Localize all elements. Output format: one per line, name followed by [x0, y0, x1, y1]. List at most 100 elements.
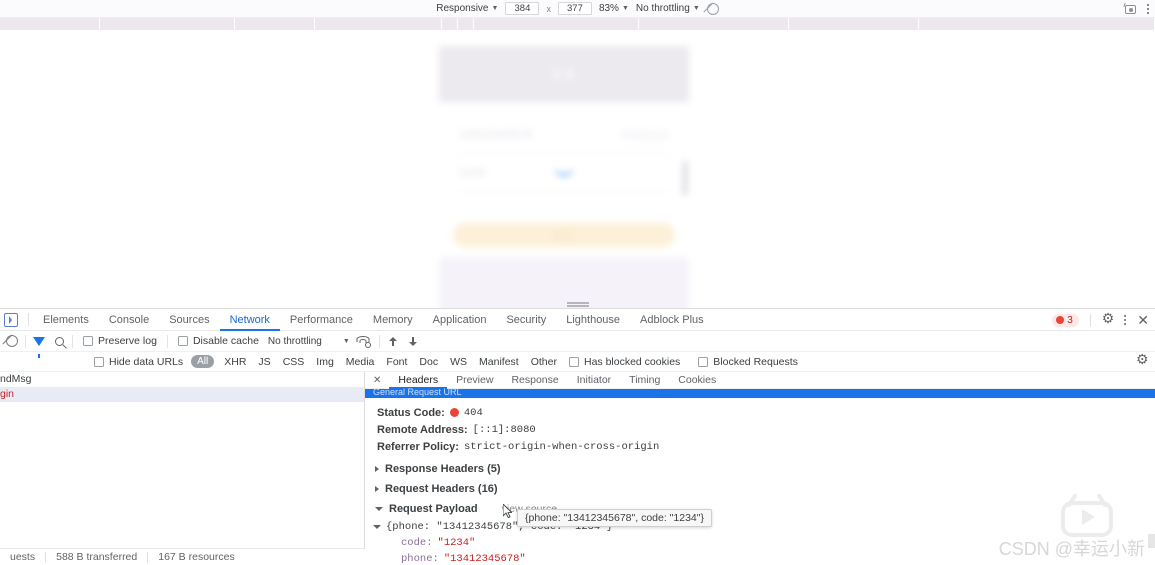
- request-payload-tree: {phone: "13412345678", code: "1234"} cod…: [365, 519, 1155, 565]
- filter-type-js[interactable]: JS: [252, 356, 276, 368]
- gear-icon[interactable]: [1136, 352, 1149, 368]
- disable-cache-checkbox[interactable]: Disable cache: [171, 335, 266, 347]
- filter-funnel-icon[interactable]: [29, 331, 49, 358]
- error-dot-icon: [449, 408, 459, 417]
- request-name: ndMsg: [0, 373, 32, 385]
- preview-scrollbar[interactable]: [683, 161, 687, 195]
- network-filter-row: Hide data URLs All XHR JS CSS Img Media …: [0, 352, 1155, 372]
- payload-key: code:: [401, 537, 433, 549]
- section-request-headers[interactable]: Request Headers (16): [373, 479, 1155, 499]
- phone-field-row[interactable]: 13412345678 获取验证码: [459, 116, 669, 154]
- get-code-button[interactable]: 获取验证码: [621, 128, 669, 142]
- mouse-cursor-icon: [503, 504, 512, 518]
- section-request-payload[interactable]: Request Payload view source: [373, 499, 1155, 519]
- devtools-panel: Elements Console Sources Network Perform…: [0, 308, 1155, 565]
- page-viewport: 登录 13412345678 获取验证码 1234 登录 ◢: [0, 30, 1155, 335]
- tab-application[interactable]: Application: [423, 309, 497, 331]
- filter-type-img[interactable]: Img: [310, 356, 340, 368]
- payload-key: phone:: [401, 553, 439, 565]
- filter-type-other[interactable]: Other: [525, 356, 563, 368]
- device-height-input[interactable]: 377: [557, 2, 592, 15]
- device-preset-dropdown[interactable]: Responsive ▼: [436, 3, 498, 14]
- clear-requests-icon[interactable]: [2, 331, 22, 352]
- requests-count: uests: [10, 551, 36, 563]
- filter-type-ws[interactable]: WS: [444, 356, 473, 368]
- detail-tab-cookies[interactable]: Cookies: [669, 372, 725, 389]
- camera-icon[interactable]: [1122, 3, 1137, 15]
- highlighted-general-row[interactable]: General Request URL: [365, 387, 1155, 398]
- no-throttle-icon[interactable]: [706, 2, 719, 15]
- detail-tab-timing[interactable]: Timing: [620, 372, 669, 389]
- section-response-headers[interactable]: Response Headers (5): [373, 459, 1155, 479]
- device-preset-label: Responsive: [436, 3, 489, 14]
- tab-memory[interactable]: Memory: [363, 309, 423, 331]
- filter-type-media[interactable]: Media: [340, 356, 381, 368]
- error-count-badge[interactable]: 3: [1052, 313, 1079, 327]
- request-row-sendmsg[interactable]: ndMsg: [0, 372, 364, 387]
- highlighted-row-text: General Request URL: [373, 387, 462, 397]
- has-blocked-cookies-checkbox[interactable]: Has blocked cookies: [568, 355, 681, 368]
- viewport-resize-handle[interactable]: [566, 302, 589, 307]
- filter-type-xhr[interactable]: XHR: [218, 356, 252, 368]
- inspect-element-icon[interactable]: [4, 312, 18, 327]
- export-har-icon[interactable]: [403, 331, 423, 352]
- network-lower-split: ndMsg gin ✕ Headers Preview Response Ini…: [0, 372, 1155, 565]
- filter-type-font[interactable]: Font: [380, 356, 413, 368]
- close-panel-icon[interactable]: ✕: [365, 375, 389, 386]
- chevron-down-icon: ▼: [621, 5, 629, 12]
- kebab-menu-icon[interactable]: [1122, 313, 1129, 328]
- phone-field-value: 13412345678: [459, 128, 532, 141]
- section-title: Response Headers (5): [385, 463, 501, 475]
- network-conditions-icon[interactable]: [350, 331, 376, 352]
- close-icon[interactable]: ✕: [1135, 313, 1151, 327]
- blocked-requests-checkbox[interactable]: Blocked Requests: [698, 356, 798, 368]
- remote-address-value: [::1]:8080: [472, 423, 536, 436]
- tab-elements[interactable]: Elements: [33, 309, 99, 331]
- tab-sources[interactable]: Sources: [159, 309, 219, 331]
- tab-security[interactable]: Security: [496, 309, 556, 331]
- filter-type-doc[interactable]: Doc: [413, 356, 444, 368]
- has-blocked-cookies-label: Has blocked cookies: [583, 355, 681, 368]
- throttling-label: No throttling: [635, 3, 690, 14]
- preserve-log-checkbox[interactable]: Preserve log: [76, 335, 164, 347]
- zoom-level-label: 83%: [598, 3, 619, 14]
- checkbox-box-icon: [83, 336, 93, 346]
- tab-network[interactable]: Network: [219, 309, 280, 331]
- section-title: Request Payload: [389, 503, 478, 515]
- tab-adblock-plus[interactable]: Adblock Plus: [630, 309, 714, 331]
- detail-scrollbar[interactable]: [1148, 534, 1155, 548]
- filter-type-manifest[interactable]: Manifest: [473, 356, 525, 368]
- checkbox-box-icon: [177, 336, 188, 346]
- csdn-tv-play-icon: [1061, 493, 1113, 537]
- filter-row-extra-checkboxes: Has blocked cookies Blocked Requests: [568, 355, 806, 368]
- request-list: ndMsg gin: [0, 372, 365, 565]
- filter-type-all[interactable]: All: [191, 355, 215, 368]
- request-row-login[interactable]: gin: [0, 387, 364, 402]
- network-throttling-dropdown[interactable]: No throttling ▼: [268, 336, 350, 347]
- tab-console[interactable]: Console: [99, 309, 159, 331]
- search-icon[interactable]: [49, 331, 69, 352]
- chevron-down-icon: ▼: [342, 337, 350, 345]
- mobile-login-preview[interactable]: 登录 13412345678 获取验证码 1234 登录: [439, 46, 689, 316]
- device-toolbar-controls: Responsive ▼ 384 x 377 83% ▼ No throttli…: [436, 2, 719, 15]
- kebab-menu-icon[interactable]: [1145, 2, 1152, 17]
- detail-tab-response[interactable]: Response: [502, 372, 567, 389]
- referrer-policy-value: strict-origin-when-cross-origin: [463, 440, 660, 453]
- chevron-down-icon: [375, 507, 383, 511]
- tab-lighthouse[interactable]: Lighthouse: [556, 309, 630, 331]
- tab-performance[interactable]: Performance: [280, 309, 363, 331]
- hide-data-urls-checkbox[interactable]: Hide data URLs: [94, 356, 183, 368]
- detail-tab-initiator[interactable]: Initiator: [568, 372, 620, 389]
- status-code-label: Status Code:: [377, 406, 445, 419]
- preserve-log-label: Preserve log: [98, 335, 157, 347]
- gear-icon[interactable]: [1102, 311, 1115, 327]
- zoom-dropdown[interactable]: 83% ▼: [599, 3, 629, 14]
- device-width-input[interactable]: 384: [505, 2, 540, 15]
- error-count-value: 3: [1067, 314, 1073, 326]
- payload-summary-row[interactable]: {phone: "13412345678", code: "1234"}: [373, 519, 1155, 535]
- throttling-dropdown[interactable]: No throttling ▼: [636, 3, 700, 14]
- chevron-down-icon: ▼: [491, 5, 499, 12]
- login-submit-button[interactable]: 登录: [453, 223, 675, 247]
- import-har-icon[interactable]: [383, 331, 403, 352]
- filter-type-css[interactable]: CSS: [277, 356, 311, 368]
